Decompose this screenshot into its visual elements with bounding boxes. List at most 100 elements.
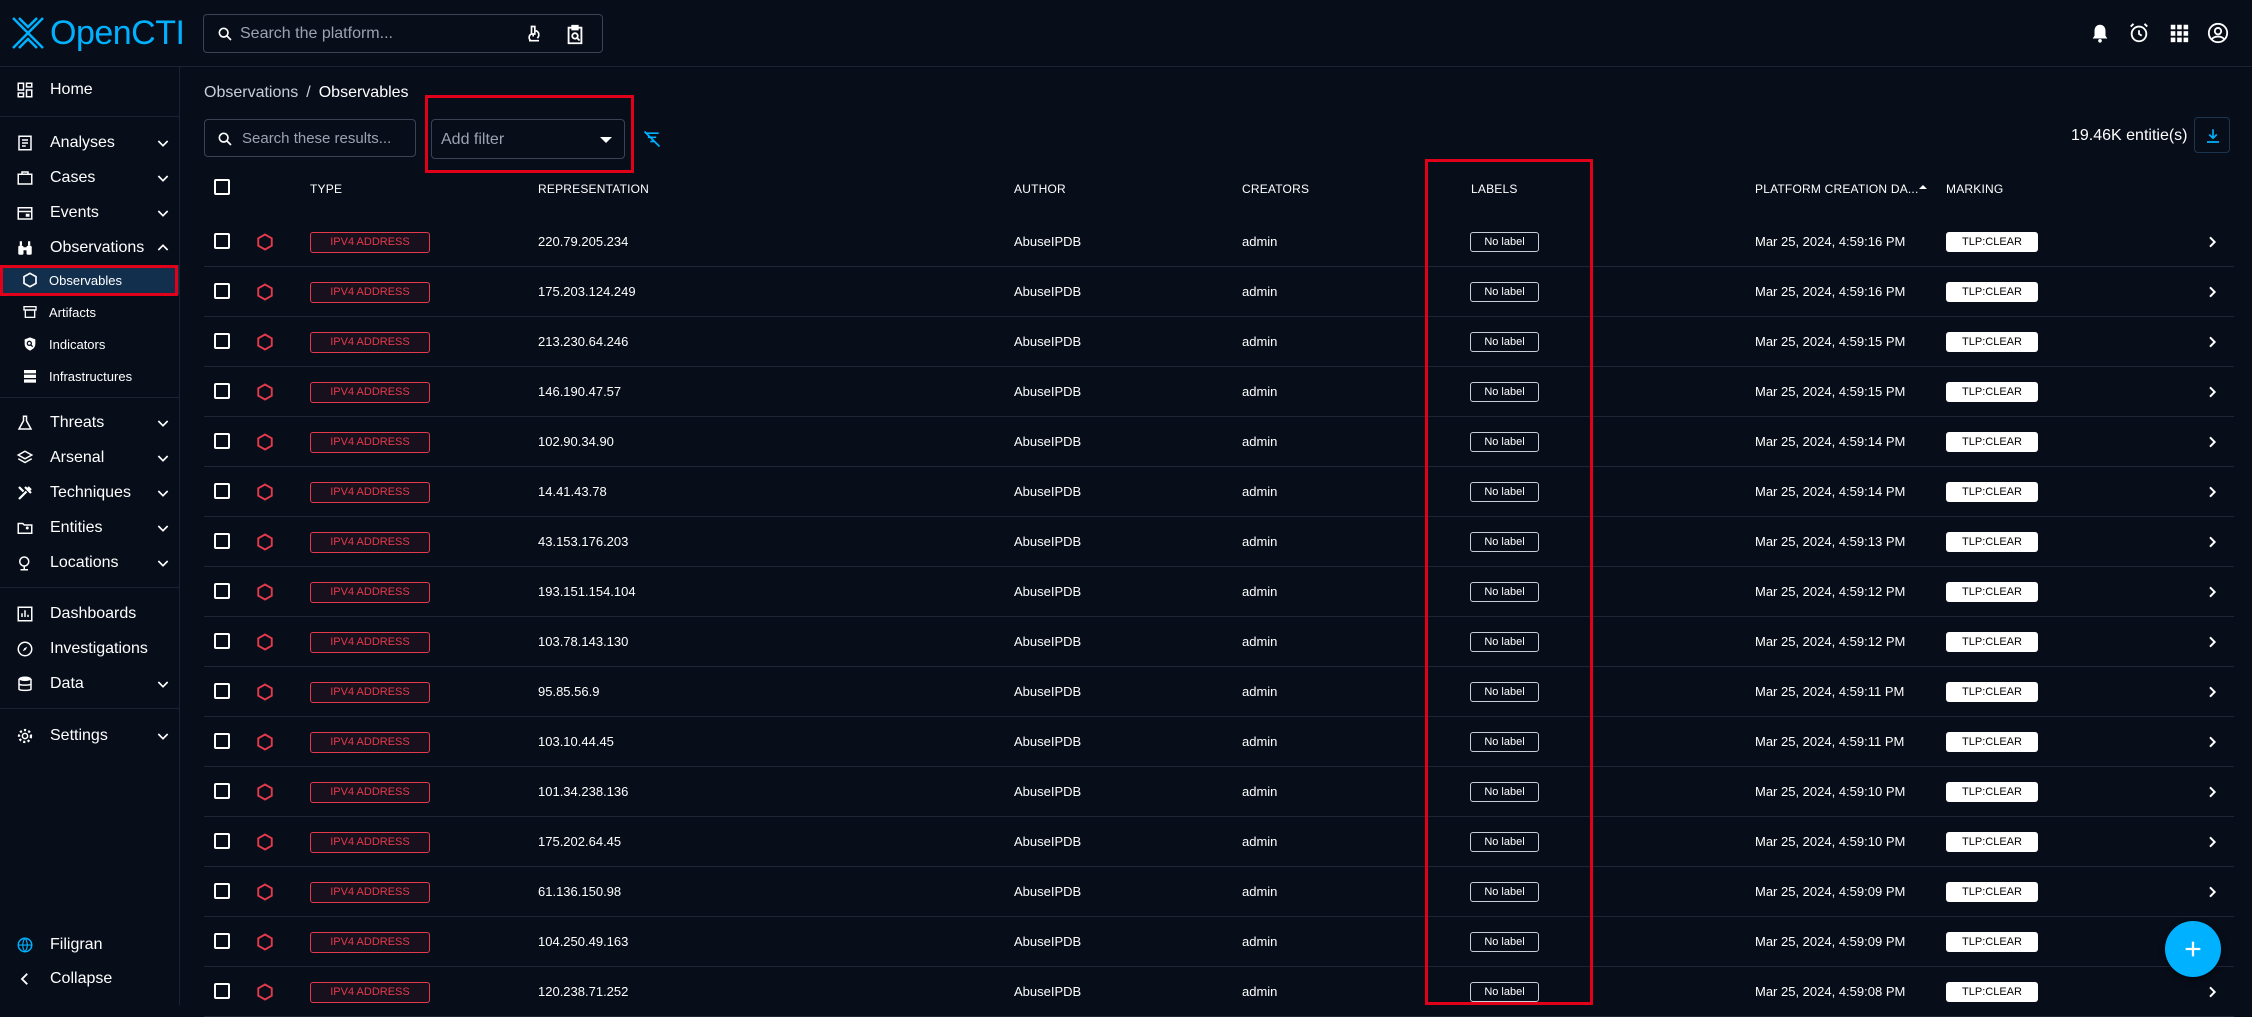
sidebar-item-indicators[interactable]: Indicators [0,329,179,359]
label-chip: No label [1470,632,1539,652]
row-checkbox[interactable] [214,883,230,899]
apps-icon[interactable] [2168,22,2190,44]
row-checkbox[interactable] [214,283,230,299]
column-header-creators[interactable]: CREATORS [1242,182,1309,196]
breadcrumb-parent-link[interactable]: Observations [204,84,298,101]
marking-chip: TLP:CLEAR [1946,732,2038,752]
table-row[interactable]: IPV4 ADDRESS 220.79.205.234 AbuseIPDB admin… [204,217,2234,267]
sidebar-item-threats[interactable]: Threats [0,406,179,440]
sidebar-item-observations[interactable]: Observations [0,231,179,265]
table-row[interactable]: IPV4 ADDRESS 43.153.176.203 AbuseIPDB admin… [204,517,2234,567]
divider [0,587,179,588]
sidebar-item-investigations[interactable]: Investigations [0,632,179,666]
table-row[interactable]: IPV4 ADDRESS 103.78.143.130 AbuseIPDB admin… [204,617,2234,667]
row-checkbox[interactable] [214,733,230,749]
row-checkbox[interactable] [214,583,230,599]
table-row[interactable]: IPV4 ADDRESS 120.238.71.252 AbuseIPDB admin… [204,967,2234,1017]
chevron-right-icon[interactable] [2204,634,2220,650]
table-row[interactable]: IPV4 ADDRESS 102.90.34.90 AbuseIPDB admin No… [204,417,2234,467]
sidebar-item-observables[interactable]: Observables [0,265,179,295]
opencti-logo[interactable]: OpenCTI [10,12,185,54]
sidebar-item-arsenal[interactable]: Arsenal [0,441,179,475]
select-all-checkbox[interactable] [214,179,230,195]
account-icon[interactable] [2207,22,2229,44]
table-row[interactable]: IPV4 ADDRESS 103.10.44.45 AbuseIPDB admin No… [204,717,2234,767]
chevron-right-icon[interactable] [2204,834,2220,850]
sidebar-item-cases[interactable]: Cases [0,161,179,195]
clipboard-search-icon[interactable] [564,24,586,46]
sort-up-icon[interactable] [1918,182,1928,192]
column-header-representation[interactable]: REPRESENTATION [538,182,649,196]
hexagon-icon [257,683,273,701]
create-observable-button[interactable] [2165,921,2221,977]
table-row[interactable]: IPV4 ADDRESS 101.34.238.136 AbuseIPDB admin… [204,767,2234,817]
column-header-labels[interactable]: LABELS [1471,182,1518,196]
sidebar-item-locations[interactable]: Locations [0,546,179,580]
chevron-right-icon[interactable] [2204,334,2220,350]
notifications-icon[interactable] [2089,22,2111,44]
column-header-author[interactable]: AUTHOR [1014,182,1066,196]
table-row[interactable]: IPV4 ADDRESS 146.190.47.57 AbuseIPDB admin N… [204,367,2234,417]
row-checkbox[interactable] [214,433,230,449]
chevron-right-icon[interactable] [2204,434,2220,450]
sidebar-item-entities[interactable]: Entities [0,511,179,545]
sidebar-item-home[interactable]: Home [0,73,179,107]
chevron-right-icon[interactable] [2204,284,2220,300]
table-row[interactable]: IPV4 ADDRESS 193.151.154.104 AbuseIPDB admi… [204,567,2234,617]
sidebar-item-dashboards[interactable]: Dashboards [0,597,179,631]
dropdown-arrow-icon [600,137,612,143]
dashboard-icon [17,82,33,98]
global-search-input[interactable] [240,15,520,52]
row-checkbox[interactable] [214,683,230,699]
sidebar-collapse-button[interactable]: Collapse [0,962,179,996]
label-chip: No label [1470,832,1539,852]
results-search-input[interactable] [242,120,412,156]
chevron-right-icon[interactable] [2204,734,2220,750]
sidebar-item-artifacts[interactable]: Artifacts [0,297,179,327]
row-checkbox[interactable] [214,383,230,399]
export-button[interactable] [2194,117,2230,153]
chevron-right-icon[interactable] [2204,484,2220,500]
row-checkbox[interactable] [214,933,230,949]
table-row[interactable]: IPV4 ADDRESS 104.250.49.163 AbuseIPDB admin… [204,917,2234,967]
microscope-icon[interactable] [524,24,544,44]
sidebar-item-techniques[interactable]: Techniques [0,476,179,510]
label-chip: No label [1470,232,1539,252]
add-filter-select[interactable]: Add filter [431,119,625,159]
table-row[interactable]: IPV4 ADDRESS 61.136.150.98 AbuseIPDB admin N… [204,867,2234,917]
row-checkbox[interactable] [214,533,230,549]
chevron-right-icon[interactable] [2204,584,2220,600]
table-row[interactable]: IPV4 ADDRESS 14.41.43.78 AbuseIPDB admin No … [204,467,2234,517]
chevron-right-icon[interactable] [2204,234,2220,250]
table-row[interactable]: IPV4 ADDRESS 175.202.64.45 AbuseIPDB admin N… [204,817,2234,867]
column-header-marking[interactable]: MARKING [1946,182,2003,196]
sidebar-item-events[interactable]: Events [0,196,179,230]
sidebar-item-infrastructures[interactable]: Infrastructures [0,361,179,391]
chevron-right-icon[interactable] [2204,884,2220,900]
chevron-right-icon[interactable] [2204,784,2220,800]
sidebar-item-settings[interactable]: Settings [0,719,179,753]
creator-cell: admin [1242,834,1278,849]
table-row[interactable]: IPV4 ADDRESS 175.203.124.249 AbuseIPDB admi… [204,267,2234,317]
sidebar-item-data[interactable]: Data [0,667,179,701]
chevron-right-icon[interactable] [2204,384,2220,400]
row-checkbox[interactable] [214,783,230,799]
sidebar-item-filigran[interactable]: Filigran [0,928,179,962]
sidebar-item-analyses[interactable]: Analyses [0,126,179,160]
chevron-right-icon[interactable] [2204,684,2220,700]
type-chip: IPV4 ADDRESS [310,682,430,703]
column-header-created[interactable]: PLATFORM CREATION DA... [1755,182,1919,196]
table-row[interactable]: IPV4 ADDRESS 213.230.64.246 AbuseIPDB admin… [204,317,2234,367]
row-checkbox[interactable] [214,633,230,649]
column-header-type[interactable]: TYPE [310,182,342,196]
row-checkbox[interactable] [214,983,230,999]
row-checkbox[interactable] [214,333,230,349]
table-row[interactable]: IPV4 ADDRESS 95.85.56.9 AbuseIPDB admin No l… [204,667,2234,717]
alarm-icon[interactable] [2128,22,2150,44]
row-checkbox[interactable] [214,483,230,499]
row-checkbox[interactable] [214,233,230,249]
chevron-right-icon[interactable] [2204,984,2220,1000]
chevron-right-icon[interactable] [2204,534,2220,550]
row-checkbox[interactable] [214,833,230,849]
clear-filters-icon[interactable] [642,129,662,149]
